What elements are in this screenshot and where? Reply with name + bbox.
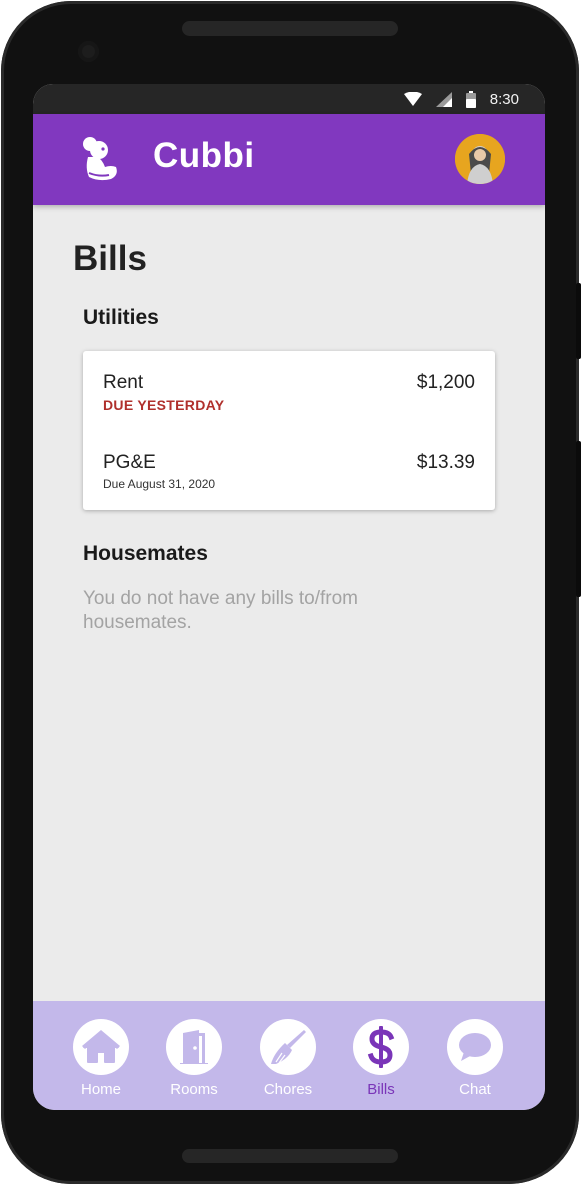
utilities-heading: Utilities — [83, 306, 159, 329]
status-time: 8:30 — [489, 90, 519, 108]
nav-label-home: Home — [80, 1081, 121, 1098]
nav-label-chat: Chat — [459, 1081, 491, 1098]
nav-rooms[interactable]: Rooms — [154, 1019, 234, 1101]
home-icon — [82, 1030, 120, 1063]
bill-row-rent[interactable]: Rent $1,200 DUE YESTERDAY — [83, 351, 495, 430]
cubbi-logo-icon[interactable] — [75, 135, 123, 183]
housemates-empty-message: You do not have any bills to/from housem… — [83, 588, 358, 633]
nav-label-rooms: Rooms — [170, 1081, 218, 1098]
bill-row-pge[interactable]: PG&E $13.39 Due August 31, 2020 — [83, 431, 495, 510]
housemates-heading: Housemates — [83, 542, 208, 565]
bottom-navigation: Home Rooms Chores Bills Chat — [33, 1001, 545, 1110]
main-content: Bills Utilities Rent $1,200 DUE YESTERDA… — [33, 205, 545, 1107]
nav-label-bills: Bills — [367, 1081, 395, 1098]
app-bar: Cubbi — [33, 114, 545, 205]
utilities-bills-card: Rent $1,200 DUE YESTERDAY PG&E $13.39 Du… — [83, 351, 495, 510]
battery-icon — [465, 90, 476, 108]
screen: 8:30 Cubbi Bills Utilities Rent $1,200 D… — [33, 84, 545, 1110]
bill-name: PG&E — [103, 452, 156, 473]
wifi-icon — [403, 92, 422, 106]
nav-chat[interactable]: Chat — [435, 1019, 515, 1101]
bill-amount: $13.39 — [416, 452, 475, 473]
bill-name: Rent — [103, 372, 144, 393]
nav-bills[interactable]: Bills — [341, 1019, 421, 1101]
cell-signal-icon — [435, 91, 452, 107]
nav-chores[interactable]: Chores — [248, 1019, 328, 1101]
bill-due-date: Due August 31, 2020 — [103, 477, 216, 491]
nav-label-chores: Chores — [263, 1081, 313, 1098]
bottom-speaker — [182, 1149, 398, 1163]
page-title: Bills — [73, 239, 147, 278]
power-button — [576, 283, 581, 359]
chat-bubble-icon — [459, 1033, 491, 1061]
dollar-icon — [367, 1026, 395, 1068]
person-avatar-icon — [455, 134, 505, 184]
door-icon — [180, 1030, 208, 1064]
phone-frame: 8:30 Cubbi Bills Utilities Rent $1,200 D… — [1, 1, 581, 1184]
bill-due-status: DUE YESTERDAY — [103, 397, 225, 413]
nav-home[interactable]: Home — [61, 1019, 141, 1101]
app-title: Cubbi — [153, 136, 255, 175]
bill-amount: $1,200 — [416, 372, 475, 393]
volume-button — [576, 441, 581, 597]
profile-avatar[interactable] — [455, 134, 505, 184]
broom-icon — [271, 1030, 306, 1064]
earpiece-speaker — [182, 21, 398, 36]
front-camera — [78, 41, 99, 62]
status-bar: 8:30 — [33, 84, 545, 114]
